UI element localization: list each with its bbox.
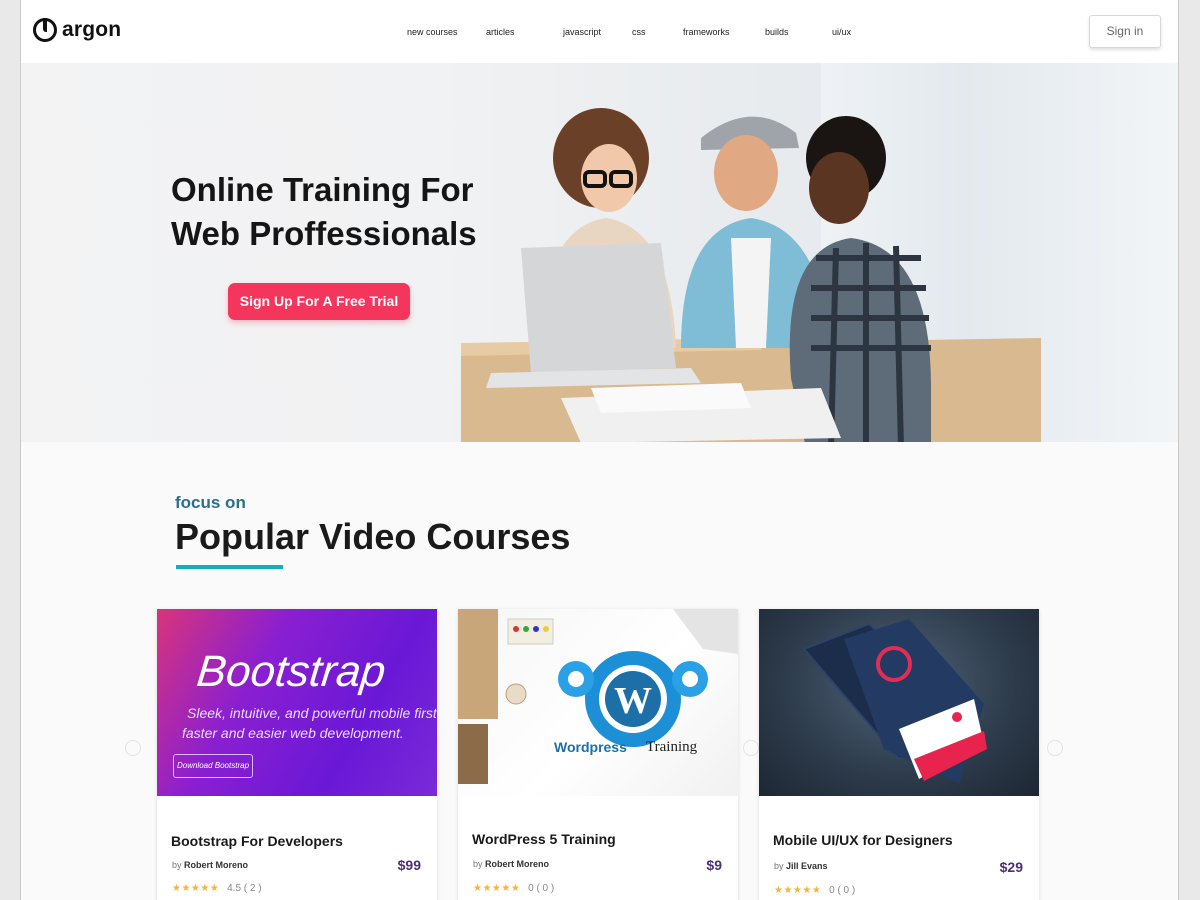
section-underline (176, 565, 283, 569)
course-price: $29 (999, 859, 1023, 875)
paint-dot (513, 626, 519, 632)
rating-count: ( 2 ) (243, 883, 262, 894)
thumb-heading: Bootstrap (194, 647, 388, 696)
rating-count: ( 0 ) (536, 883, 555, 894)
course-card[interactable]: W Wordpress Training WordPress 5 Trainin… (458, 609, 738, 900)
course-title: Bootstrap For Developers (171, 833, 343, 849)
nav-new-courses[interactable]: new courses (407, 27, 458, 37)
rating-value: 0 (829, 885, 835, 896)
main-nav: new courses articles javascript css fram… (21, 27, 1178, 41)
thumb-subtext: Sleek, intuitive, and powerful mobile fi… (187, 705, 437, 721)
paint-dot (523, 626, 529, 632)
top-navbar: argon new courses articles javascript cs… (21, 0, 1178, 64)
hero-title-line2: Web Proffessionals (171, 215, 477, 252)
course-card[interactable]: Bootstrap Sleek, intuitive, and powerful… (157, 609, 437, 900)
nav-css[interactable]: css (632, 27, 646, 37)
decor-circle (743, 740, 759, 756)
author-name: Robert Moreno (184, 860, 249, 870)
gear-hole (568, 671, 584, 687)
man-tshirt (731, 238, 771, 348)
author-name: Jill Evans (786, 861, 828, 871)
decor-circle (125, 740, 141, 756)
course-thumbnail-wordpress: W Wordpress Training (458, 609, 738, 796)
wp-glyph: W (614, 680, 652, 722)
app-play-icon (952, 712, 962, 722)
paint-dot (543, 626, 549, 632)
course-price: $9 (706, 857, 722, 873)
brushes (458, 724, 488, 784)
star-rating-icon: ★★★★★ (774, 885, 822, 896)
section-title: Popular Video Courses (175, 516, 571, 557)
course-rating: ★★★★★ 4.5 ( 2 ) (172, 883, 262, 894)
course-thumbnail-bootstrap: Bootstrap Sleek, intuitive, and powerful… (157, 609, 437, 796)
star-rating-icon: ★★★★★ (473, 883, 521, 894)
decor-circle (1047, 740, 1063, 756)
hero-banner: Online Training For Web Proffessionals S… (21, 63, 1178, 442)
star-rating-icon: ★★★★★ (172, 883, 220, 894)
course-rating: ★★★★★ 0 ( 0 ) (774, 885, 855, 896)
section-kicker: focus on (175, 493, 246, 512)
nav-frameworks[interactable]: frameworks (683, 27, 730, 37)
course-price: $99 (397, 857, 421, 873)
hero-title: Online Training For Web Proffessionals (171, 168, 491, 256)
tape-roll (505, 683, 527, 705)
rating-value: 0 (528, 883, 534, 894)
course-title: WordPress 5 Training (472, 831, 616, 847)
paper-sheet (591, 383, 751, 413)
nav-articles[interactable]: articles (486, 27, 515, 37)
author-prefix: by (172, 860, 182, 870)
hero-people-illustration (461, 108, 1041, 442)
laptop-corner (673, 609, 738, 654)
course-rating: ★★★★★ 0 ( 0 ) (473, 883, 554, 894)
nav-uiux[interactable]: ui/ux (832, 27, 851, 37)
phone-mockup-art (802, 619, 987, 784)
author-prefix: by (473, 859, 483, 869)
thumb-training-label: Training (646, 739, 698, 755)
pencil-cup (458, 609, 498, 719)
sign-in-button[interactable]: Sign in (1089, 15, 1161, 48)
thumb-subtext-2: faster and easier web development. (182, 725, 404, 741)
laptop-screen (521, 243, 676, 373)
thumb-download-button: Download Bootstrap (173, 754, 253, 778)
nav-builds[interactable]: builds (765, 27, 789, 37)
course-author: by Robert Moreno (172, 860, 248, 870)
thumb-wordpress-label: Wordpress (554, 739, 627, 755)
man2-face (809, 152, 869, 224)
hero-title-line1: Online Training For (171, 171, 474, 208)
rating-count: ( 0 ) (837, 885, 856, 896)
rating-value: 4.5 (227, 883, 242, 894)
browser-viewport: argon new courses articles javascript cs… (20, 0, 1179, 900)
author-name: Robert Moreno (485, 859, 550, 869)
author-prefix: by (774, 861, 784, 871)
paint-dot (533, 626, 539, 632)
nav-javascript[interactable]: javascript (563, 27, 601, 37)
man-face (714, 135, 778, 211)
wordpress-thumb-art: W (458, 609, 738, 784)
gear-hole (682, 671, 698, 687)
course-thumbnail-mobile-uiux (759, 609, 1039, 796)
course-author: by Robert Moreno (473, 859, 549, 869)
course-title: Mobile UI/UX for Designers (773, 832, 953, 848)
signup-free-trial-button[interactable]: Sign Up For A Free Trial (228, 283, 410, 320)
course-author: by Jill Evans (774, 861, 828, 871)
course-card[interactable]: Mobile UI/UX for Designers by Jill Evans… (759, 609, 1039, 900)
